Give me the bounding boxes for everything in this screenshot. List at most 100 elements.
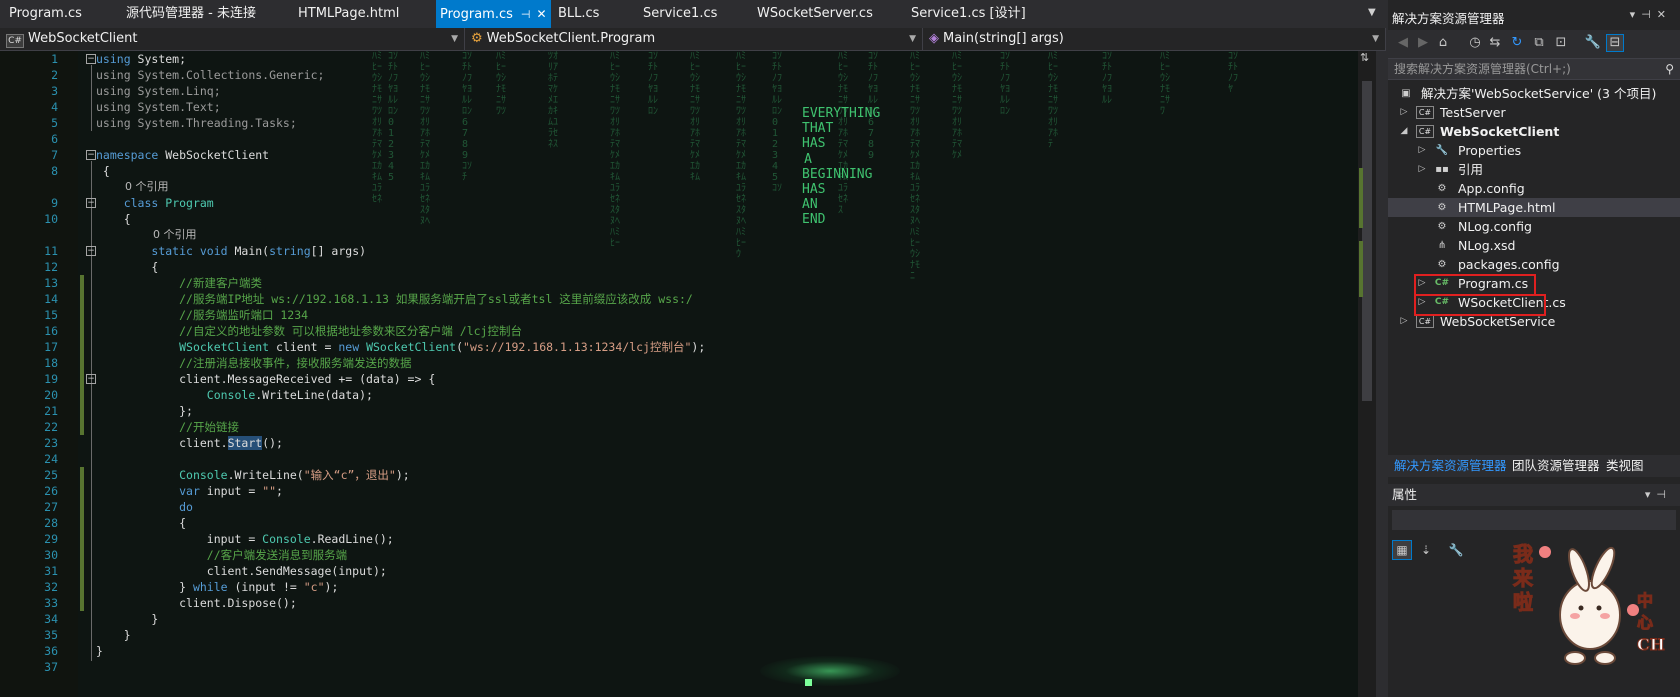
show-all-files-icon[interactable]: ⊡ [1552,34,1570,52]
expand-arrow-icon[interactable]: ▷ [1416,160,1428,179]
tab-solution-explorer[interactable]: 解决方案资源管理器 [1394,455,1507,477]
collapse-icon[interactable]: − [86,374,96,384]
code-line: Console.WriteLine(data); [206,388,373,402]
line-number: 37 [44,660,58,674]
tab-wsocketserver-cs[interactable]: WSocketServer.cs [757,0,873,28]
tab-overflow-dropdown-icon[interactable]: ▼ [1368,7,1376,18]
collapse-icon[interactable]: − [86,246,96,256]
reference-count[interactable]: 0 个引用 [153,227,197,243]
reference-count[interactable]: 0 个引用 [125,179,169,195]
editor-scrollbar[interactable]: ⇅ [1358,51,1376,697]
method-icon: ◈ [929,31,939,46]
property-pages-icon[interactable]: 🔧 [1446,540,1466,560]
expand-arrow-icon[interactable]: ▷ [1398,312,1410,331]
navigation-bar: C# WebSocketClient ▼ ⚙ WebSocketClient.Prog… [0,28,1386,51]
pin-icon[interactable]: ⊣ [521,8,531,21]
csharp-project-icon: C# [1416,315,1434,328]
code-line: //新建客户端类 [179,276,262,290]
back-icon[interactable]: ◀ [1394,34,1412,52]
properties-title: 属性 [1392,487,1418,502]
code-line: using System.Linq; [96,84,221,98]
history-icon[interactable]: ◷ [1466,34,1484,52]
solution-explorer-toolbar: ◀ ▶ ⌂ ◷ ⇆ ↻ ⧉ ⊡ 🔧 ⊟ [1388,30,1680,58]
expand-arrow-icon[interactable]: ▷ [1398,103,1410,122]
forward-icon[interactable]: ▶ [1414,34,1432,52]
matrix-rain: ｺｿﾁﾄﾉﾌﾔﾖﾙﾚﾛﾝ012345ｺｿ [772,51,782,194]
code-line: input = Console.ReadLine(); [96,532,394,546]
tree-item-packages-config[interactable]: ⚙ packages.config [1388,255,1680,274]
line-number: 35 [44,628,58,642]
collapse-all-icon[interactable]: ⧉ [1530,34,1548,52]
search-icon: ⚲ [1665,62,1674,76]
solution-search-input[interactable]: 搜索解决方案资源管理器(Ctrl+;) ⚲ [1388,58,1680,80]
expand-arrow-icon[interactable]: ▷ [1416,141,1428,160]
matrix-rain: ﾊﾐﾋｰｳｼﾅﾓﾆｻﾜﾂｵﾘｱﾎﾃﾏｹﾒｴｶｷﾑﾕﾗｾﾈｽﾀﾇﾍﾊﾐﾋｰｳ [736,51,746,260]
line-number: 16 [44,324,58,338]
tree-item-nlog-xsd[interactable]: ⋔ NLog.xsd [1388,236,1680,255]
code-editor[interactable]: ﾊﾐﾋｰｳｼﾅﾓﾆｻﾜﾂｵﾘｱﾎﾃﾏｹﾒｴｶｷﾑﾕﾗｾﾈ ｺｿﾁﾄﾉﾌﾔﾖﾙﾚﾛ… [0,51,1368,697]
tree-item-properties[interactable]: ▷ 🔧 Properties [1388,141,1680,160]
project-dropdown[interactable]: C# WebSocketClient ▼ [0,28,465,50]
line-number: 27 [44,500,58,514]
code-line: //客户端发送消息到服务端 [206,548,348,562]
tab-bll-cs[interactable]: BLL.cs [558,0,599,28]
annotation-highlight-box [1414,274,1536,296]
tab-program-cs[interactable]: Program.cs [9,0,82,28]
line-number: 7 [51,148,58,162]
split-icon[interactable]: ⇅ [1360,51,1369,64]
matrix-rain: ｺｿﾁﾄﾉﾌﾔﾖﾙﾚ [1102,51,1112,106]
line-number: 31 [44,564,58,578]
home-icon[interactable]: ⌂ [1434,34,1452,52]
categorized-icon[interactable]: ▦ [1392,540,1412,560]
line-number: 36 [44,644,58,658]
refresh-icon[interactable]: ↻ [1508,34,1526,52]
properties-object-select[interactable] [1392,510,1676,530]
collapse-icon[interactable]: − [86,54,96,64]
tab-program-cs-active[interactable]: Program.cs ⊣ ✕ [436,0,551,28]
tab-service1-design[interactable]: Service1.cs [设计] [911,0,1026,28]
tree-item-testserver[interactable]: ▷ C# TestServer [1388,103,1680,122]
line-number: 34 [44,612,58,626]
code-line: //自定义的地址参数 可以根据地址参数来区分客户端 /lcj控制台 [179,324,522,338]
tree-item-app-config[interactable]: ⚙ App.config [1388,179,1680,198]
collapse-arrow-icon[interactable]: ◢ [1398,122,1410,141]
wrench-icon: 🔧 [1435,145,1449,156]
tab-source-control[interactable]: 源代码管理器 - 未连接 [126,0,256,28]
sync-icon[interactable]: ⇆ [1486,34,1504,52]
class-dropdown[interactable]: ⚙ WebSocketClient.Program ▼ [465,28,923,50]
collapse-icon[interactable]: − [86,198,96,208]
matrix-rain: ﾊﾐﾋｰｳｼﾅﾓﾆｻﾜﾂｵﾘｱﾎﾃﾏｹﾒｴｶｷﾑﾕﾗｾﾈｽﾀﾇﾍ [420,51,430,227]
references-icon: ▪▪ [1435,164,1449,175]
tree-item-solution[interactable]: ▣ 解决方案'WebSocketService' (3 个项目) [1388,84,1680,103]
properties-wrench-icon[interactable]: 🔧 [1584,34,1602,52]
member-dropdown[interactable]: ◈ Main(string[] args) ▼ [923,28,1386,50]
tree-item-htmlpage[interactable]: ⚙ HTMLPage.html [1388,198,1680,217]
panel-window-controls[interactable]: ▾⊣✕ [1630,8,1672,21]
line-number: 9 [51,196,58,210]
line-number: 25 [44,468,58,482]
preview-toggle-icon[interactable]: ⊟ [1606,34,1624,52]
properties-window-controls[interactable]: ▾⊣ [1645,484,1672,506]
code-line: using System; [96,52,187,66]
tab-service1-cs[interactable]: Service1.cs [643,0,717,28]
alphabetical-icon[interactable]: ⇣ [1416,540,1436,560]
code-line: using System.Text; [96,100,221,114]
config-file-icon: ⚙ [1437,221,1447,232]
code-line: client.SendMessage(input); [96,564,387,578]
chevron-down-icon: ▼ [909,34,916,44]
tab-htmlpage[interactable]: HTMLPage.html [298,0,399,28]
scrollbar-thumb[interactable] [1362,81,1372,401]
tree-item-nlog-config[interactable]: ⚙ NLog.config [1388,217,1680,236]
outline-line [91,161,92,661]
tree-item-websocketclient[interactable]: ◢ C# WebSocketClient [1388,122,1680,141]
outline-line [91,65,92,131]
tree-item-references[interactable]: ▷ ▪▪ 引用 [1388,160,1680,179]
tab-team-explorer[interactable]: 团队资源管理器 [1512,455,1600,477]
html-file-icon: ⚙ [1437,202,1447,213]
line-number: 2 [51,68,58,82]
matrix-rain: ｺｿﾁﾄﾉﾌﾔﾖﾙﾚﾛﾝ6789ｺｿﾁ [462,51,472,183]
close-icon[interactable]: ✕ [537,7,547,21]
collapse-icon[interactable]: − [86,150,96,160]
tab-class-view[interactable]: 类视图 [1606,455,1644,477]
line-number: 6 [51,132,58,146]
